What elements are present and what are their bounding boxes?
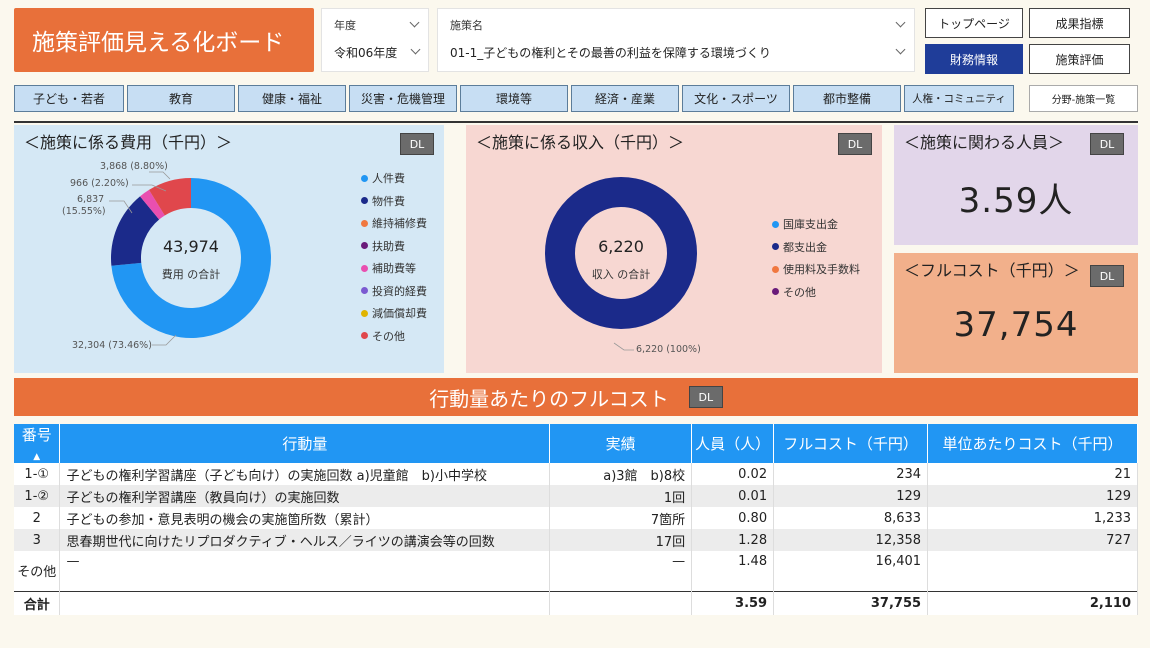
policy-value: 01-1_子どもの権利とその最善の利益を保障する環境づくり <box>450 46 771 60</box>
legend-item: 維持補修費 <box>361 212 427 235</box>
tab-culture-sports[interactable]: 文化・スポーツ <box>682 85 790 112</box>
fullcost-dl-button[interactable]: DL <box>1090 265 1124 287</box>
policy-label: 施策名 <box>450 19 483 32</box>
revenue-legend: 国庫支出金 都支出金 使用料及手数料 その他 <box>772 213 860 303</box>
cost-label-subsidy: 966 (2.20%) <box>70 178 129 189</box>
legend-item: 都支出金 <box>772 236 860 259</box>
cost-label-goods-pct: (15.55%) <box>62 206 106 217</box>
app-title: 施策評価見える化ボード <box>14 8 314 72</box>
tab-children[interactable]: 子ども・若者 <box>14 85 124 112</box>
year-label: 年度 <box>334 19 356 32</box>
table-row: その他 — —1.48 16,401 <box>14 551 1138 591</box>
chevron-down-icon <box>409 17 420 28</box>
revenue-panel: ＜施策に係る収入（千円）＞ DL 6,220 収入 の合計 6,220 (100… <box>466 125 882 373</box>
col-header-number[interactable]: 番号 ▲ <box>14 424 61 463</box>
people-panel: ＜施策に関わる人員＞ DL 3.59人 <box>894 125 1138 245</box>
top-page-button[interactable]: トップページ <box>925 8 1023 38</box>
revenue-total-label: 収入 の合計 <box>591 268 651 281</box>
year-value: 令和06年度 <box>334 46 398 60</box>
cost-label-goods: 6,837 <box>77 194 105 205</box>
legend-item: 国庫支出金 <box>772 213 860 236</box>
policy-select[interactable]: 施策名 01-1_子どもの権利とその最善の利益を保障する環境づくり <box>437 8 915 72</box>
cost-total-label: 費用 の合計 <box>161 268 221 281</box>
col-header-staff[interactable]: 人員（人） <box>691 424 775 463</box>
chevron-down-icon <box>895 17 906 28</box>
legend-item: その他 <box>361 325 427 348</box>
col-header-fullcost[interactable]: フルコスト（千円） <box>773 424 929 463</box>
table-total-row: 合計 3.59 37,755 2,110 <box>14 590 1138 615</box>
col-header-result[interactable]: 実績 <box>549 424 693 463</box>
revenue-total: 6,220 <box>598 237 644 256</box>
legend-item: 補助費等 <box>361 257 427 280</box>
cost-panel: ＜施策に係る費用（千円）＞ DL 43,974 費用 の合計 3,868 (8.… <box>14 125 444 373</box>
legend-item: 減価償却費 <box>361 302 427 325</box>
action-section-title: 行動量あたりのフルコスト DL <box>14 378 1138 416</box>
people-panel-title: ＜施策に関わる人員＞ <box>904 133 1065 152</box>
tab-environment[interactable]: 環境等 <box>460 85 568 112</box>
chevron-down-icon <box>895 44 906 55</box>
chevron-down-icon <box>410 44 421 55</box>
legend-item: 人件費 <box>361 167 427 190</box>
legend-item: 使用料及手数料 <box>772 258 860 281</box>
tab-human-rights[interactable]: 人権・コミュニティ <box>904 85 1014 112</box>
people-value: 3.59人 <box>958 181 1074 221</box>
tab-health-welfare[interactable]: 健康・福祉 <box>238 85 346 112</box>
action-dl-button[interactable]: DL <box>688 386 723 408</box>
tab-disaster[interactable]: 災害・危機管理 <box>349 85 457 112</box>
tab-education[interactable]: 教育 <box>127 85 235 112</box>
legend-item: 扶助費 <box>361 235 427 258</box>
table-row: 2 子どもの参加・意見表明の機会の実施箇所数（累計） 7箇所 0.80 8,633 1,2… <box>14 507 1138 529</box>
legend-item: 投資的経費 <box>361 280 427 303</box>
cost-label-other: 3,868 (8.80%) <box>100 161 168 172</box>
table-row: 1-① 子どもの権利学習講座（子ども向け）の実施回数 a)児童館 b)小中学校 a)… <box>14 463 1138 485</box>
legend-item: その他 <box>772 281 860 304</box>
table-row: 1-② 子どもの権利学習講座（教員向け）の実施回数 1回 0.01 129 129 <box>14 485 1138 507</box>
year-select[interactable]: 年度 令和06年度 <box>321 8 429 72</box>
outcome-button[interactable]: 成果指標 <box>1029 8 1130 38</box>
fullcost-panel: ＜フルコスト（千円）＞ DL 37,754 <box>894 253 1138 373</box>
finance-button[interactable]: 財務情報 <box>925 44 1023 74</box>
table-row: 3 思春期世代に向けたリプロダクティブ・ヘルス／ライツの講演会等の回数 17回 1.2… <box>14 529 1138 551</box>
fullcost-panel-title: ＜フルコスト（千円）＞ <box>904 261 1080 280</box>
people-dl-button[interactable]: DL <box>1090 133 1124 155</box>
cost-legend: 人件費 物件費 維持補修費 扶助費 補助費等 投資的経費 減価償却費 その他 <box>361 167 427 347</box>
tab-urban[interactable]: 都市整備 <box>793 85 901 112</box>
col-header-unitcost[interactable]: 単位あたりコスト（千円） <box>927 424 1138 463</box>
divider <box>14 121 1138 123</box>
evaluation-button[interactable]: 施策評価 <box>1029 44 1130 74</box>
revenue-slice-label: 6,220 (100%) <box>636 344 701 355</box>
cost-label-personnel: 32,304 (73.46%) <box>72 340 152 351</box>
legend-item: 物件費 <box>361 190 427 213</box>
tab-economy[interactable]: 経済・産業 <box>571 85 679 112</box>
action-table: 番号 ▲ 行動量 実績 人員（人） フルコスト（千円） 単位あたりコスト（千円） … <box>14 424 1138 615</box>
col-header-action[interactable]: 行動量 <box>59 424 551 463</box>
cost-total: 43,974 <box>163 237 219 256</box>
fullcost-value: 37,754 <box>953 305 1079 345</box>
tab-policy-list[interactable]: 分野-施策一覧 <box>1029 85 1138 112</box>
